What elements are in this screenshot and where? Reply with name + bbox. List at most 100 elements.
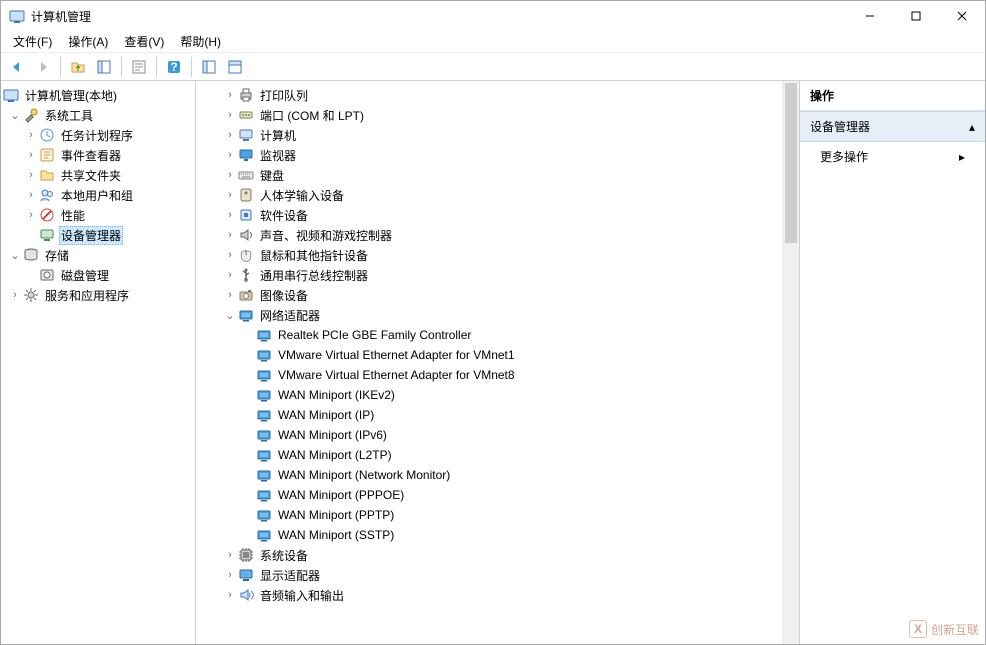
tree-root[interactable]: 计算机管理(本地) bbox=[3, 85, 193, 105]
properties-button[interactable] bbox=[127, 55, 151, 79]
expander-icon[interactable]: › bbox=[222, 129, 238, 141]
expander-icon[interactable]: › bbox=[222, 549, 238, 561]
expander-icon[interactable]: › bbox=[23, 209, 39, 221]
device-adapter-9[interactable]: WAN Miniport (PPTP) bbox=[198, 505, 780, 525]
expander-icon[interactable]: › bbox=[222, 269, 238, 281]
expander-icon[interactable]: › bbox=[7, 289, 23, 301]
device-label: VMware Virtual Ethernet Adapter for VMne… bbox=[276, 347, 517, 363]
device-adapter-4[interactable]: WAN Miniport (IP) bbox=[198, 405, 780, 425]
device-hid[interactable]: ›人体学输入设备 bbox=[198, 185, 780, 205]
menu-file[interactable]: 文件(F) bbox=[5, 31, 60, 52]
help-button[interactable] bbox=[162, 55, 186, 79]
view-button-1[interactable] bbox=[197, 55, 221, 79]
tree-event-viewer[interactable]: › 事件查看器 bbox=[3, 145, 193, 165]
expander-icon[interactable]: › bbox=[222, 169, 238, 181]
tree-label: 性能 bbox=[59, 206, 87, 225]
device-network[interactable]: ⌄网络适配器 bbox=[198, 305, 780, 325]
storage-icon bbox=[23, 247, 39, 263]
toolbar-separator bbox=[60, 57, 61, 77]
expander-icon[interactable]: › bbox=[222, 289, 238, 301]
chevron-right-icon: ▸ bbox=[959, 150, 965, 164]
i-net-icon bbox=[256, 327, 272, 343]
tree-device-manager[interactable]: 设备管理器 bbox=[3, 225, 193, 245]
tree-system-tools[interactable]: ⌄ 系统工具 bbox=[3, 105, 193, 125]
expander-icon[interactable]: › bbox=[23, 169, 39, 181]
device-usb[interactable]: ›通用串行总线控制器 bbox=[198, 265, 780, 285]
device-adapter-1[interactable]: VMware Virtual Ethernet Adapter for VMne… bbox=[198, 345, 780, 365]
device-printQueues[interactable]: ›打印队列 bbox=[198, 85, 780, 105]
tree-storage[interactable]: ⌄ 存储 bbox=[3, 245, 193, 265]
expander-icon[interactable]: › bbox=[222, 209, 238, 221]
expander-icon[interactable]: ⌄ bbox=[7, 249, 23, 262]
expander-icon[interactable]: ⌄ bbox=[222, 309, 238, 322]
tree-shared-folders[interactable]: › 共享文件夹 bbox=[3, 165, 193, 185]
maximize-button[interactable] bbox=[893, 1, 939, 31]
device-system[interactable]: ›系统设备 bbox=[198, 545, 780, 565]
device-adapter-3[interactable]: WAN Miniport (IKEv2) bbox=[198, 385, 780, 405]
scrollbar-thumb[interactable] bbox=[785, 83, 797, 243]
tree-performance[interactable]: › 性能 bbox=[3, 205, 193, 225]
tools-icon bbox=[23, 107, 39, 123]
device-label: WAN Miniport (PPTP) bbox=[276, 507, 396, 523]
expander-icon[interactable]: › bbox=[23, 189, 39, 201]
minimize-button[interactable] bbox=[847, 1, 893, 31]
expander-icon[interactable]: › bbox=[222, 229, 238, 241]
close-button[interactable] bbox=[939, 1, 985, 31]
device-ports[interactable]: ›端口 (COM 和 LPT) bbox=[198, 105, 780, 125]
device-label: 计算机 bbox=[258, 126, 298, 145]
device-adapter-7[interactable]: WAN Miniport (Network Monitor) bbox=[198, 465, 780, 485]
i-keyboard-icon bbox=[238, 167, 254, 183]
device-adapter-8[interactable]: WAN Miniport (PPPOE) bbox=[198, 485, 780, 505]
menu-help[interactable]: 帮助(H) bbox=[172, 31, 229, 52]
i-camera-icon bbox=[238, 287, 254, 303]
device-adapter-0[interactable]: Realtek PCIe GBE Family Controller bbox=[198, 325, 780, 345]
expander-icon[interactable]: › bbox=[222, 569, 238, 581]
menu-action[interactable]: 操作(A) bbox=[60, 31, 116, 52]
show-tree-button[interactable] bbox=[92, 55, 116, 79]
up-button[interactable] bbox=[66, 55, 90, 79]
console-tree[interactable]: 计算机管理(本地) ⌄ 系统工具 › 任务计划程序 › 事件查看器 › 共享文件… bbox=[1, 81, 196, 644]
menu-view[interactable]: 查看(V) bbox=[116, 31, 172, 52]
device-keyboards[interactable]: ›键盘 bbox=[198, 165, 780, 185]
device-monitors[interactable]: ›监视器 bbox=[198, 145, 780, 165]
i-monitor-icon bbox=[238, 147, 254, 163]
actions-more[interactable]: 更多操作 ▸ bbox=[800, 142, 985, 171]
device-sound[interactable]: ›声音、视频和游戏控制器 bbox=[198, 225, 780, 245]
device-audio[interactable]: ›音频输入和输出 bbox=[198, 585, 780, 605]
tree-local-users[interactable]: › 本地用户和组 bbox=[3, 185, 193, 205]
clock-icon bbox=[39, 127, 55, 143]
expander-icon[interactable]: › bbox=[23, 149, 39, 161]
tree-disk-mgmt[interactable]: 磁盘管理 bbox=[3, 265, 193, 285]
device-display[interactable]: ›显示适配器 bbox=[198, 565, 780, 585]
device-adapter-10[interactable]: WAN Miniport (SSTP) bbox=[198, 525, 780, 545]
mgmt-icon bbox=[3, 87, 19, 103]
device-tree[interactable]: ›打印队列›端口 (COM 和 LPT)›计算机›监视器›键盘›人体学输入设备›… bbox=[196, 81, 782, 644]
device-software[interactable]: ›软件设备 bbox=[198, 205, 780, 225]
forward-button[interactable] bbox=[31, 55, 55, 79]
expander-icon[interactable]: › bbox=[222, 89, 238, 101]
expander-icon[interactable]: › bbox=[222, 589, 238, 601]
view-button-2[interactable] bbox=[223, 55, 247, 79]
back-button[interactable] bbox=[5, 55, 29, 79]
device-imaging[interactable]: ›图像设备 bbox=[198, 285, 780, 305]
tree-task-scheduler[interactable]: › 任务计划程序 bbox=[3, 125, 193, 145]
expander-icon[interactable]: › bbox=[222, 249, 238, 261]
actions-selected[interactable]: 设备管理器 ▴ bbox=[800, 111, 985, 142]
actions-more-label: 更多操作 bbox=[820, 148, 868, 165]
device-adapter-5[interactable]: WAN Miniport (IPv6) bbox=[198, 425, 780, 445]
vertical-scrollbar[interactable] bbox=[782, 81, 799, 644]
gear-icon bbox=[23, 287, 39, 303]
tree-label: 磁盘管理 bbox=[59, 266, 111, 285]
watermark: X 创新互联 bbox=[909, 620, 979, 638]
expander-icon[interactable]: › bbox=[222, 149, 238, 161]
expander-icon[interactable]: › bbox=[222, 189, 238, 201]
device-mice[interactable]: ›鼠标和其他指针设备 bbox=[198, 245, 780, 265]
device-adapter-6[interactable]: WAN Miniport (L2TP) bbox=[198, 445, 780, 465]
tree-services[interactable]: › 服务和应用程序 bbox=[3, 285, 193, 305]
device-adapter-2[interactable]: VMware Virtual Ethernet Adapter for VMne… bbox=[198, 365, 780, 385]
expander-icon[interactable]: › bbox=[222, 109, 238, 121]
expander-icon[interactable]: › bbox=[23, 129, 39, 141]
tree-label: 任务计划程序 bbox=[59, 126, 135, 145]
device-computer[interactable]: › 计算机 bbox=[198, 125, 780, 145]
expander-icon[interactable]: ⌄ bbox=[7, 109, 23, 122]
